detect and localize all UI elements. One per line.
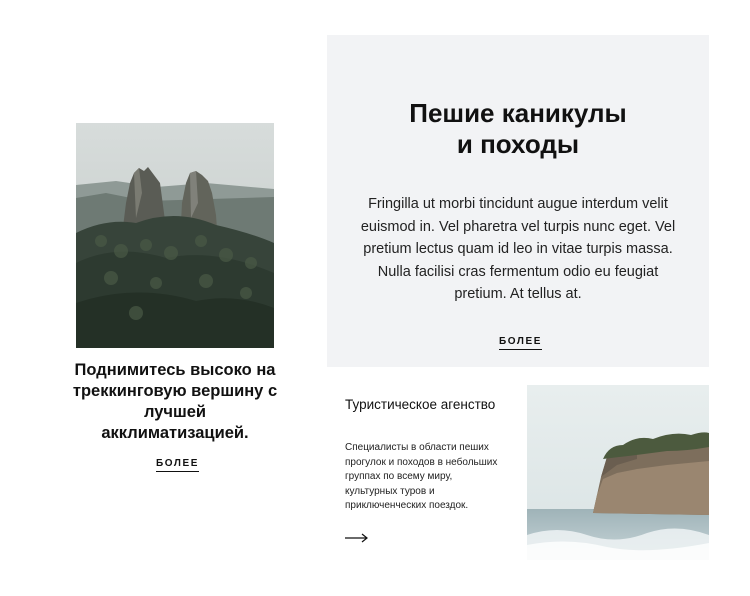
sea-cliff-image bbox=[527, 385, 709, 560]
agency-text: Специалисты в области пеших прогулок и п… bbox=[345, 442, 498, 511]
feature-text: Fringilla ut morbi tincidunt augue inter… bbox=[360, 196, 676, 302]
feature-title-line2: и походы bbox=[456, 129, 580, 159]
feature-more-link[interactable]: БОЛЕЕ bbox=[499, 336, 543, 350]
mountain-image bbox=[76, 123, 274, 348]
arrow-right-icon[interactable] bbox=[344, 531, 370, 543]
agency-title: Туристическое агенство bbox=[345, 397, 496, 412]
feature-title-line1: Пешие каникулы bbox=[409, 98, 627, 128]
left-more-link[interactable]: БОЛЕЕ bbox=[156, 458, 200, 472]
left-card-heading: Поднимитесь высоко на треккинговую верши… bbox=[72, 361, 278, 442]
feature-title: Пешие каникулы и походы bbox=[327, 98, 709, 160]
